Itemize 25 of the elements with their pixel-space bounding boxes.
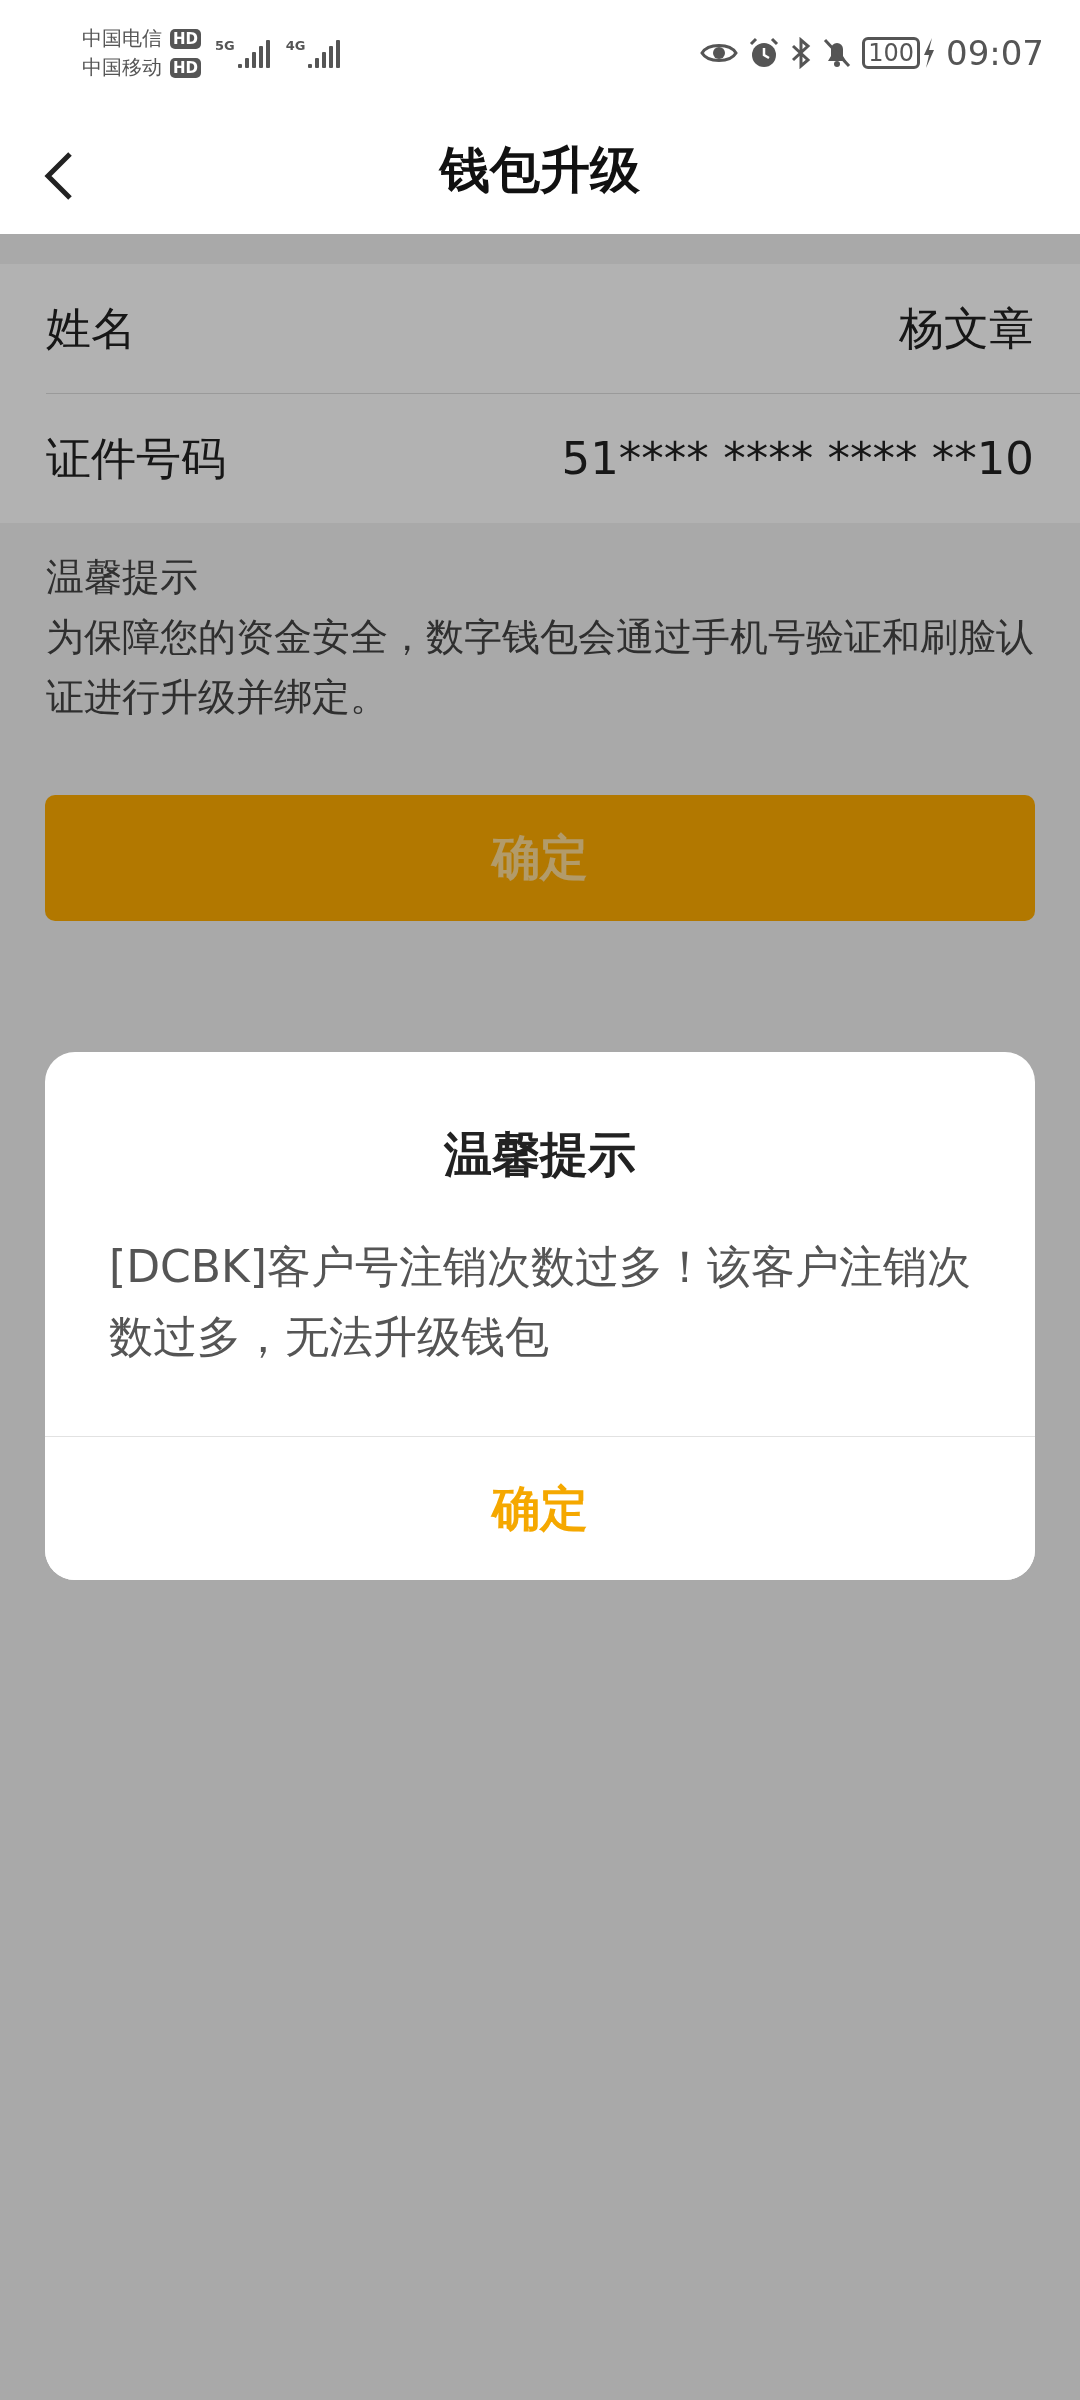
confirm-button[interactable]: 确定 xyxy=(45,795,1035,921)
alarm-clock-icon xyxy=(748,37,781,69)
carrier-name: 中国移动 xyxy=(82,54,162,81)
field-value: 杨文章 xyxy=(899,300,1034,357)
battery-icon: 100 xyxy=(862,37,920,69)
network-type: 4G xyxy=(285,38,306,53)
hd-badge: HD xyxy=(170,28,201,49)
bell-off-icon xyxy=(822,37,853,69)
tips-title: 温馨提示 xyxy=(46,554,199,601)
tips-text: 为保障您的资金安全，数字钱包会通过手机号验证和刷脸认证进行升级并绑定。 xyxy=(46,614,1034,721)
signal-icon xyxy=(308,38,343,68)
dialog-title: 温馨提示 xyxy=(442,1125,637,1184)
page-title: 钱包升级 xyxy=(440,139,640,201)
bluetooth-icon xyxy=(790,37,813,69)
field-label: 证件号码 xyxy=(46,430,226,487)
dialog-message: [DCBK]客户号注销次数过多！该客户注销次数过多，无法升级钱包 xyxy=(108,1240,972,1364)
charging-icon xyxy=(922,37,936,69)
field-value: 51**** **** **** **10 xyxy=(561,432,1034,485)
signal-icon xyxy=(237,38,272,68)
hd-badge: HD xyxy=(170,57,201,78)
field-label: 姓名 xyxy=(46,300,136,357)
clock-time: 09:07 xyxy=(946,33,1044,73)
ok-button[interactable]: 确定 xyxy=(45,1436,1035,1580)
carrier-name: 中国电信 xyxy=(82,25,162,52)
network-type: 5G xyxy=(215,38,235,53)
